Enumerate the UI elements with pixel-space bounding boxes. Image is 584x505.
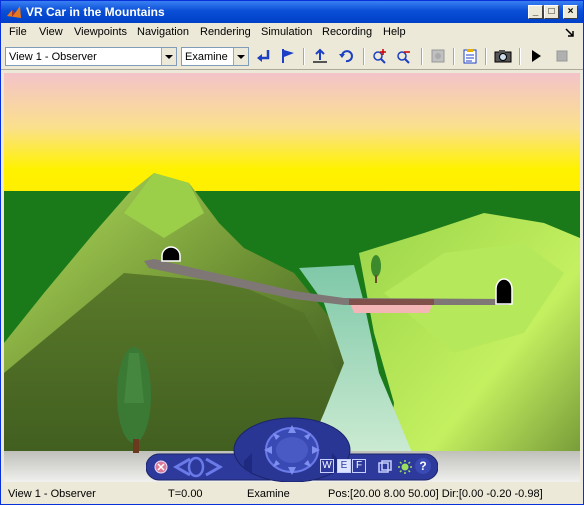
navigation-wheel-icon[interactable] <box>256 421 328 479</box>
record-icon <box>431 49 445 63</box>
window-title: VR Car in the Mountains <box>26 5 165 19</box>
straighten-up-button[interactable] <box>309 46 331 66</box>
status-position: Pos:[20.00 8.00 50.00] Dir:[0.00 -0.20 -… <box>328 488 543 500</box>
navigation-mode-value: Examine <box>185 51 228 63</box>
close-button[interactable]: × <box>563 5 578 19</box>
status-time: T=0.00 <box>168 488 203 500</box>
zoom-in-icon <box>373 49 386 64</box>
zoom-in-button[interactable] <box>369 46 391 66</box>
menu-recording[interactable]: Recording <box>322 26 372 38</box>
zoom-out-icon <box>397 51 410 64</box>
menu-simulation[interactable]: Simulation <box>261 26 312 38</box>
toolbar: View 1 - Observer Examine <box>1 43 583 70</box>
fly-mode-button[interactable]: F <box>352 459 366 473</box>
create-viewpoint-button[interactable] <box>277 46 299 66</box>
menu-viewpoints[interactable]: Viewpoints <box>74 26 127 38</box>
toolbar-separator <box>421 48 423 65</box>
stop-icon <box>556 50 568 62</box>
close-navigation-icon[interactable] <box>153 459 169 475</box>
walk-mode-button[interactable]: W <box>320 459 334 473</box>
status-bar: View 1 - Observer T=0.00 Examine Pos:[20… <box>1 484 583 504</box>
menu-bar: File View Viewpoints Navigation Renderin… <box>1 23 583 42</box>
straighten-icon <box>313 48 327 63</box>
matlab-logo-icon <box>7 6 21 18</box>
viewpoint-select-value: View 1 - Observer <box>9 51 97 63</box>
slide-right-icon[interactable] <box>202 457 224 477</box>
toolbar-separator <box>453 48 455 65</box>
viewpoint-select[interactable]: View 1 - Observer <box>5 47 177 66</box>
navigation-panel: W E F ? <box>146 417 438 482</box>
undo-icon <box>339 50 353 63</box>
chevron-down-icon[interactable] <box>161 48 176 65</box>
toolbar-separator <box>519 48 521 65</box>
toolbar-separator <box>303 48 305 65</box>
undo-move-button[interactable] <box>335 46 357 66</box>
menu-rendering[interactable]: Rendering <box>200 26 251 38</box>
navigation-mode-select[interactable]: Examine <box>181 47 249 66</box>
title-bar[interactable]: VR Car in the Mountains _ □ × <box>1 1 583 23</box>
return-arrow-icon <box>257 50 270 62</box>
dock-arrow-icon[interactable] <box>564 27 576 39</box>
start-simulation-button[interactable] <box>525 46 547 66</box>
play-icon <box>532 50 541 62</box>
menu-help[interactable]: Help <box>383 26 406 38</box>
zoom-out-button[interactable] <box>393 46 415 66</box>
minimize-button[interactable]: _ <box>528 5 543 19</box>
app-window: VR Car in the Mountains _ □ × File View … <box>0 0 584 505</box>
toolbar-separator <box>363 48 365 65</box>
capture-frame-button[interactable] <box>491 46 513 66</box>
camera-icon <box>494 50 512 63</box>
maximize-button[interactable]: □ <box>544 5 559 19</box>
menu-navigation[interactable]: Navigation <box>137 26 189 38</box>
vr-scene-viewport[interactable]: W E F ? <box>4 73 580 482</box>
help-button[interactable]: ? <box>415 458 431 474</box>
menu-view[interactable]: View <box>39 26 63 38</box>
headlight-icon[interactable] <box>397 459 413 475</box>
chevron-down-icon[interactable] <box>233 48 248 65</box>
status-navigation-mode: Examine <box>247 488 290 500</box>
return-to-viewpoint-button[interactable] <box>253 46 275 66</box>
stop-simulation-button[interactable] <box>551 46 573 66</box>
status-viewpoint: View 1 - Observer <box>8 488 96 500</box>
record-button[interactable] <box>427 46 449 66</box>
menu-file[interactable]: File <box>9 26 27 38</box>
viewpoint-window-icon[interactable] <box>377 459 393 475</box>
properties-button[interactable] <box>459 46 481 66</box>
clipboard-icon <box>463 49 477 64</box>
examine-mode-button[interactable]: E <box>337 459 351 473</box>
flag-icon <box>282 49 294 63</box>
toolbar-separator <box>485 48 487 65</box>
